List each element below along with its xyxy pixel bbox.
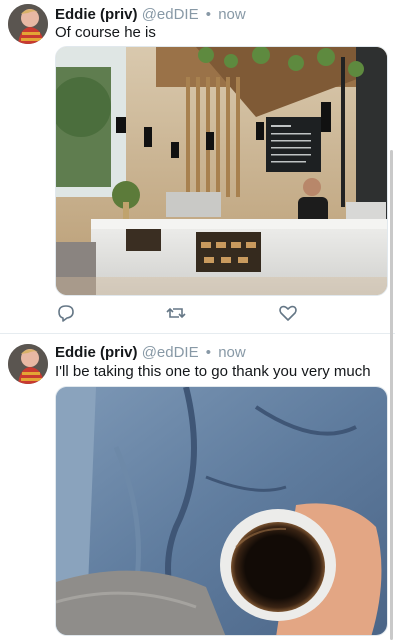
- retweet-icon[interactable]: [165, 302, 187, 324]
- tweet-1[interactable]: Eddie (priv) @edDIE • now Of course he i…: [0, 0, 395, 333]
- tweet-divider: [0, 333, 395, 334]
- coffee-cup-photo: [56, 387, 387, 635]
- author-handle[interactable]: @edDIE: [142, 6, 199, 23]
- scrollbar[interactable]: [390, 150, 393, 640]
- tweet-2[interactable]: Eddie (priv) @edDIE • now I'll be taking…: [0, 336, 395, 640]
- cafe-counter-photo: [56, 47, 387, 295]
- tweet-media-image[interactable]: [55, 386, 388, 636]
- tweet-text: Of course he is: [55, 24, 156, 41]
- tweet-text: I'll be taking this one to go thank you …: [55, 363, 371, 380]
- tweet-media-image[interactable]: [55, 46, 388, 296]
- avatar[interactable]: [8, 4, 48, 44]
- tweet-header: Eddie (priv) @edDIE • now: [55, 6, 246, 23]
- reply-icon[interactable]: [55, 302, 77, 324]
- avatar[interactable]: [8, 344, 48, 384]
- author-name[interactable]: Eddie (priv): [55, 344, 138, 361]
- timestamp[interactable]: now: [218, 344, 246, 361]
- author-name[interactable]: Eddie (priv): [55, 6, 138, 23]
- tweet-actions: [55, 302, 297, 324]
- separator-dot: •: [205, 6, 212, 23]
- tweet-header: Eddie (priv) @edDIE • now: [55, 344, 246, 361]
- timestamp[interactable]: now: [218, 6, 246, 23]
- separator-dot: •: [205, 344, 212, 361]
- author-handle[interactable]: @edDIE: [142, 344, 199, 361]
- heart-icon[interactable]: [277, 302, 299, 324]
